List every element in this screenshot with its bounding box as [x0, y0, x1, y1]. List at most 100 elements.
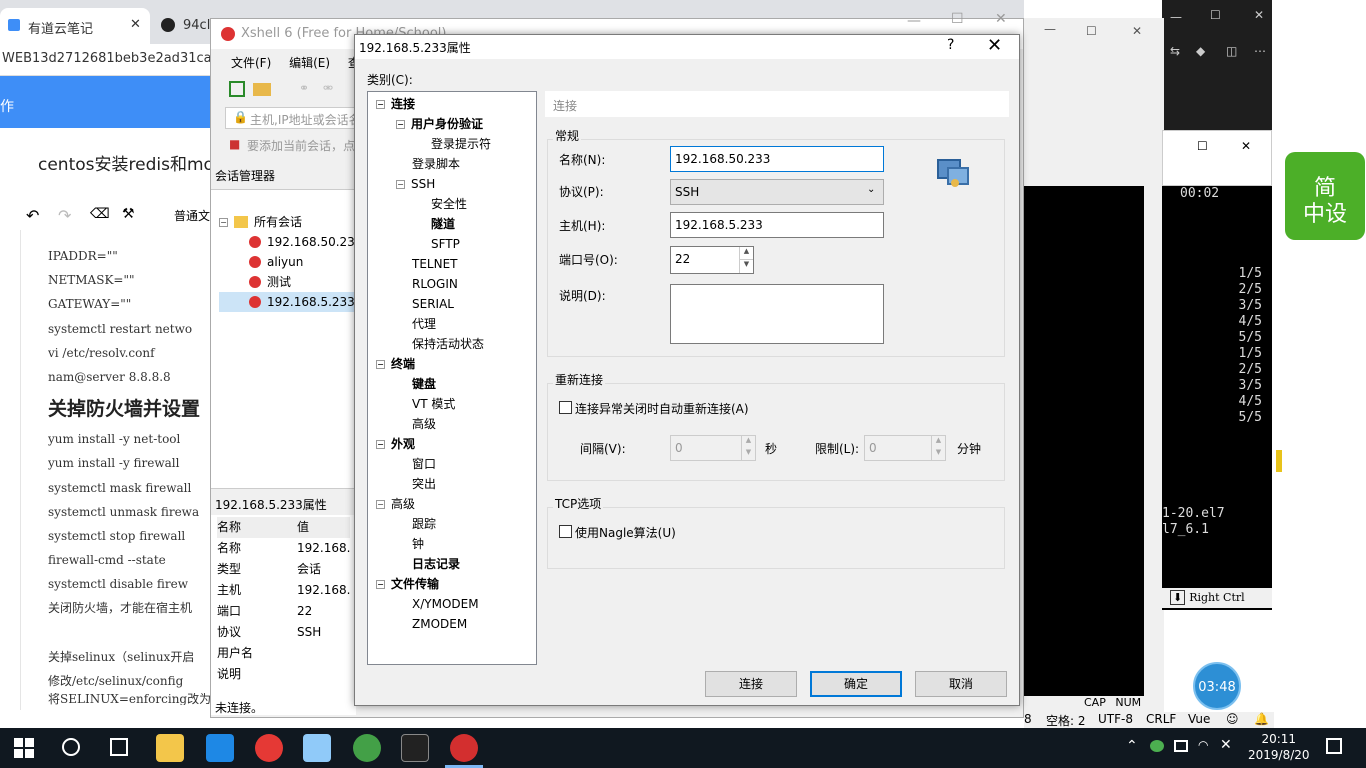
git-icon[interactable]: ◆ [1196, 44, 1205, 58]
minimize-icon[interactable]: — [1044, 22, 1056, 36]
more-icon[interactable]: ⋯ [1254, 44, 1266, 58]
tree-item-logging[interactable]: 日志记录 [412, 554, 460, 574]
tree-item-security[interactable]: 安全性 [431, 194, 467, 214]
vm-console[interactable]: 00:02 1/5 2/5 3/5 4/5 5/5 1/5 2/5 3/5 4/… [1162, 186, 1272, 610]
tree-item-keyboard[interactable]: 键盘 [412, 374, 436, 394]
tree-item-xymodem[interactable]: X/YMODEM [412, 594, 479, 614]
file-explorer-icon[interactable] [156, 734, 184, 762]
link-icon[interactable]: ⚭ [299, 81, 309, 95]
ime-app-tile[interactable]: 简中设 [1285, 152, 1365, 240]
notification-icon[interactable] [1326, 738, 1342, 754]
name-input[interactable]: 192.168.50.233 [670, 146, 884, 172]
open-folder-icon[interactable] [253, 83, 271, 96]
spin-down-icon[interactable]: ▼ [741, 448, 755, 460]
tree-item-proxy[interactable]: 代理 [412, 314, 436, 334]
tree-item-connection[interactable]: − 连接 [376, 94, 415, 114]
wechat-tray-icon[interactable] [1150, 740, 1164, 752]
tree-item-appearance[interactable]: − 外观 [376, 434, 415, 454]
session-root[interactable]: − 所有会话 [219, 212, 356, 232]
maximize-icon[interactable]: ☐ [951, 11, 964, 27]
format-painter-icon[interactable]: ⚒ [122, 206, 135, 222]
tree-item-bell[interactable]: 钟 [412, 534, 424, 554]
chrome-icon[interactable] [255, 734, 283, 762]
status-item[interactable]: 空格: 2 [1046, 712, 1086, 729]
host-input[interactable]: 192.168.5.233 [670, 212, 884, 238]
collapse-icon[interactable]: − [396, 120, 405, 129]
collapse-icon[interactable]: − [376, 440, 385, 449]
tree-item-auth[interactable]: − 用户身份验证 [396, 114, 483, 134]
eraser-icon[interactable]: ⌫ [90, 206, 110, 222]
ok-button[interactable]: 确定 [810, 671, 902, 697]
spin-up-icon[interactable]: ▲ [741, 436, 755, 448]
protocol-select[interactable]: SSH ⌄ [670, 179, 884, 205]
tree-item-advanced[interactable]: − 高级 [376, 494, 415, 514]
session-item[interactable]: 192.168.50.234 [219, 232, 362, 252]
session-item[interactable]: 192.168.5.233 [219, 292, 356, 312]
auto-reconnect-label[interactable]: 连接异常关闭时自动重新连接(A) [575, 400, 749, 417]
tree-item-tunnel[interactable]: 隧道 [431, 214, 455, 234]
split-editor-icon[interactable]: ◫ [1226, 44, 1237, 58]
interval-input[interactable]: 0 ▲ ▼ [670, 435, 756, 461]
help-button[interactable]: ? [947, 37, 954, 53]
tree-item-sftp[interactable]: SFTP [431, 234, 460, 254]
spin-up-icon[interactable]: ▲ [931, 436, 945, 448]
collapse-icon[interactable]: − [376, 360, 385, 369]
close-icon[interactable]: ✕ [130, 17, 141, 32]
close-icon[interactable]: ✕ [1254, 8, 1264, 22]
status-item[interactable]: Vue [1188, 712, 1210, 726]
minimize-icon[interactable]: — [1170, 10, 1182, 24]
maximize-icon[interactable]: ☐ [1197, 139, 1208, 153]
tree-item-zmodem[interactable]: ZMODEM [412, 614, 467, 634]
tree-item-login-prompt[interactable]: 登录提示符 [431, 134, 491, 154]
note-content[interactable]: IPADDR="" NETMASK="" GATEWAY="" systemct… [48, 244, 212, 705]
tree-item-terminal[interactable]: − 终端 [376, 354, 415, 374]
collapse-icon[interactable]: − [376, 580, 385, 589]
timer-badge[interactable]: 03:48 [1193, 662, 1241, 710]
split-icon[interactable]: ⇆ [1170, 44, 1180, 58]
spin-down-icon[interactable]: ▼ [739, 260, 753, 273]
maximize-icon[interactable]: ☐ [1210, 8, 1221, 22]
minimize-icon[interactable]: — [907, 13, 921, 29]
close-icon[interactable]: ✕ [1132, 24, 1142, 38]
tree-item-rlogin[interactable]: RLOGIN [412, 274, 458, 294]
terminal-icon[interactable] [401, 734, 429, 762]
nagle-checkbox[interactable] [559, 525, 572, 538]
note-toolbar-label[interactable]: 作 [0, 99, 14, 115]
address-bar[interactable]: WEB13d2712681beb3e2ad31ca [0, 44, 212, 76]
volume-mute-icon[interactable]: ✕ [1220, 737, 1232, 753]
tree-item-telnet[interactable]: TELNET [412, 254, 458, 274]
spin-up-icon[interactable]: ▲ [739, 247, 753, 260]
collapse-icon[interactable]: − [219, 218, 228, 227]
auto-reconnect-checkbox[interactable] [559, 401, 572, 414]
tree-item-highlight[interactable]: 突出 [412, 474, 436, 494]
browser-tab-youdao[interactable]: 有道云笔记 ✕ [0, 8, 150, 44]
tree-item-window[interactable]: 窗口 [412, 454, 436, 474]
connect-button[interactable]: 连接 [705, 671, 797, 697]
tree-item-serial[interactable]: SERIAL [412, 294, 454, 314]
collapse-icon[interactable]: − [376, 100, 385, 109]
tree-item-keepalive[interactable]: 保持活动状态 [412, 334, 484, 354]
close-icon[interactable]: ✕ [995, 11, 1007, 27]
paragraph-style-select[interactable]: 普通文 [174, 207, 210, 224]
search-icon[interactable] [62, 738, 80, 756]
close-icon[interactable]: ✕ [1241, 139, 1251, 153]
description-textarea[interactable] [670, 284, 884, 344]
vscode-icon[interactable] [206, 734, 234, 762]
tree-item-ssh[interactable]: − SSH [396, 174, 435, 194]
tree-item-trace[interactable]: 跟踪 [412, 514, 436, 534]
session-item[interactable]: aliyun [219, 252, 356, 272]
cancel-button[interactable]: 取消 [915, 671, 1007, 697]
note-title[interactable]: centos安装redis和mo [38, 150, 214, 175]
collapse-icon[interactable]: − [396, 180, 405, 189]
xshell-taskbar-icon[interactable] [450, 734, 478, 762]
wechat-icon[interactable] [353, 734, 381, 762]
status-item[interactable]: 8 [1024, 712, 1032, 726]
status-item[interactable]: CRLF [1146, 712, 1176, 726]
session-item[interactable]: 测试 [219, 272, 356, 292]
tree-item-terminal-advanced[interactable]: 高级 [412, 414, 436, 434]
virtualbox-icon[interactable] [303, 734, 331, 762]
menu-edit[interactable]: 编辑(E) [289, 56, 330, 70]
status-item[interactable]: UTF-8 [1098, 712, 1133, 726]
battery-icon[interactable] [1174, 740, 1188, 752]
system-clock[interactable]: 20:11 2019/8/20 [1248, 731, 1310, 763]
